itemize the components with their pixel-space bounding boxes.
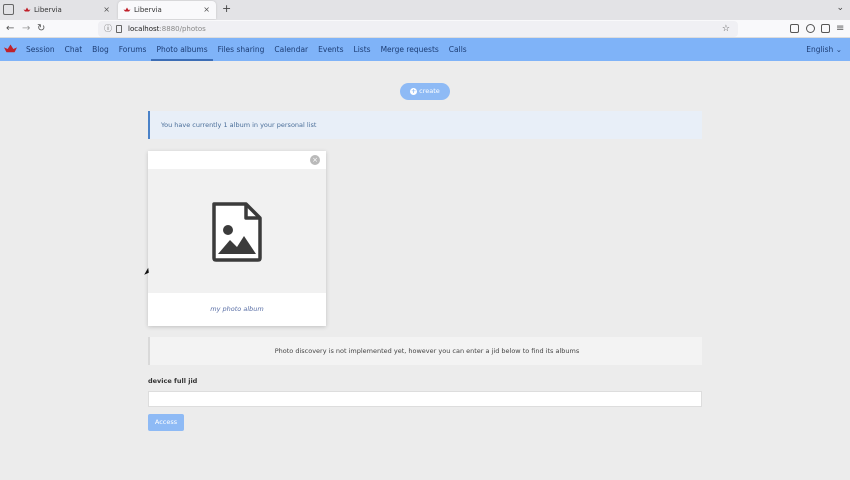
access-button[interactable]: Access [148, 414, 184, 431]
page-icon [116, 25, 122, 33]
site-info-icon[interactable]: ⓘ [104, 21, 112, 37]
discovery-message: Photo discovery is not implemented yet, … [148, 337, 702, 365]
account-icon[interactable] [806, 24, 815, 33]
album-card-footer: my photo album [148, 293, 326, 326]
close-circle-icon[interactable]: × [310, 155, 320, 165]
menu-item-blog[interactable]: Blog [87, 38, 114, 61]
menu-item-files-sharing[interactable]: Files sharing [213, 38, 270, 61]
browser-tab-title: Libervia [134, 6, 162, 14]
discovery-text: Photo discovery is not implemented yet, … [274, 347, 580, 355]
forward-arrow-icon[interactable]: → [22, 21, 30, 37]
app-menu-icon[interactable]: ≡ [836, 21, 844, 37]
main-menu: Session Chat Blog Forums Photo albums Fi… [21, 38, 472, 61]
tab-list-chevron-icon[interactable]: ⌄ [836, 3, 844, 13]
menu-item-events[interactable]: Events [313, 38, 348, 61]
menu-item-photo-albums[interactable]: Photo albums [151, 38, 213, 61]
jid-field-label: device full jid [148, 377, 198, 385]
create-label: create [419, 87, 440, 95]
url-path: :8880/photos [159, 25, 206, 33]
create-album-button[interactable]: + create [400, 83, 450, 100]
menu-item-calendar[interactable]: Calendar [269, 38, 313, 61]
album-count-text: You have currently 1 album in your perso… [161, 121, 317, 129]
bookmark-star-icon[interactable]: ☆ [722, 21, 730, 37]
browser-tab-1[interactable]: Libervia × [18, 1, 116, 19]
menu-item-calls[interactable]: Calls [444, 38, 472, 61]
libervia-favicon-icon [23, 7, 31, 12]
libervia-logo-icon[interactable] [4, 44, 17, 54]
extensions-icon[interactable] [821, 24, 830, 33]
plus-circle-icon: + [410, 87, 418, 95]
close-tab-icon[interactable]: × [103, 1, 110, 19]
menu-item-merge-requests[interactable]: Merge requests [376, 38, 444, 61]
menu-item-session[interactable]: Session [21, 38, 60, 61]
reload-icon[interactable]: ↻ [37, 21, 45, 37]
browser-tab-title: Libervia [34, 6, 62, 14]
album-card-header: × [148, 151, 326, 169]
browser-tab-strip: Libervia × Libervia × + ⌄ [0, 0, 850, 20]
language-selector[interactable]: English ⌄ [806, 38, 842, 61]
new-tab-button[interactable]: + [222, 2, 231, 15]
album-card[interactable]: × my photo album [148, 151, 326, 326]
menu-item-forums[interactable]: Forums [114, 38, 152, 61]
browser-nav-bar: ← → ↻ ⓘ localhost:8880/photos ☆ ≡ [0, 20, 850, 38]
back-arrow-icon[interactable]: ← [6, 21, 14, 37]
chevron-down-icon: ⌄ [835, 45, 842, 54]
url-text[interactable]: localhost:8880/photos [128, 21, 206, 37]
jid-input[interactable] [148, 391, 702, 407]
url-host: localhost [128, 25, 160, 33]
close-tab-icon[interactable]: × [203, 1, 210, 19]
browser-tab-2[interactable]: Libervia × [118, 1, 216, 19]
menu-item-lists[interactable]: Lists [349, 38, 376, 61]
app-menu-bar: Session Chat Blog Forums Photo albums Fi… [0, 38, 850, 61]
tab-overview-icon[interactable] [3, 4, 14, 15]
album-title-link[interactable]: my photo album [148, 293, 326, 326]
pocket-shield-icon[interactable] [790, 24, 799, 33]
album-count-notice: You have currently 1 album in your perso… [148, 111, 702, 139]
language-label: English [806, 45, 834, 54]
menu-item-chat[interactable]: Chat [60, 38, 88, 61]
url-bar[interactable]: ⓘ localhost:8880/photos ☆ [98, 21, 738, 37]
libervia-favicon-icon [123, 7, 131, 12]
image-file-icon[interactable] [210, 202, 264, 262]
